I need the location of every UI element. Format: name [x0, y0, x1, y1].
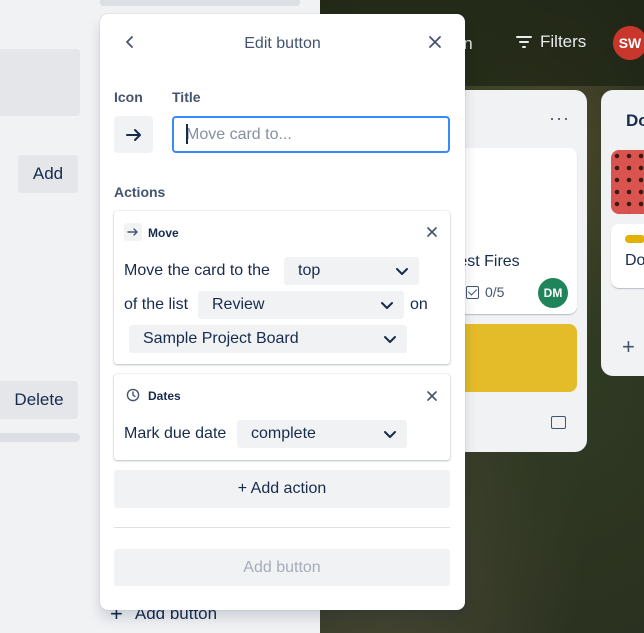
position-value: top — [298, 262, 321, 279]
close-icon — [427, 391, 437, 401]
popover-title: Edit button — [244, 35, 321, 52]
close-icon — [429, 36, 441, 48]
due-date-select[interactable]: complete — [237, 420, 407, 448]
board-select[interactable]: Sample Project Board — [129, 325, 407, 353]
filter-icon — [516, 35, 532, 49]
move-text-2: of the list — [124, 296, 189, 313]
due-date-value: complete — [251, 425, 316, 442]
card-template-icon[interactable] — [551, 416, 566, 429]
dates-heading: Dates — [148, 389, 181, 403]
add-action-button[interactable]: + Add action — [114, 470, 450, 508]
dates-text: Mark due date — [124, 425, 227, 442]
remove-dates-action-button[interactable] — [423, 387, 441, 405]
move-heading: Move — [148, 226, 179, 240]
divider — [114, 527, 450, 528]
checklist-count: 0/5 — [485, 284, 505, 300]
move-text-1: Move the card to the — [124, 262, 270, 279]
member-avatar[interactable]: DM — [538, 278, 568, 308]
filters-button[interactable]: Filters — [516, 32, 586, 52]
arrow-right-icon — [125, 128, 141, 141]
remove-move-action-button[interactable] — [423, 223, 441, 241]
add-button-bg[interactable]: Add — [18, 155, 78, 193]
text-caret — [186, 124, 188, 144]
close-button[interactable] — [423, 30, 447, 54]
board-card-cover-2[interactable] — [611, 150, 644, 214]
actions-label: Actions — [114, 184, 166, 200]
chevron-down-icon — [384, 336, 396, 343]
move-icon — [124, 223, 142, 241]
top-bar — [100, 0, 300, 6]
scroll-bar — [0, 433, 80, 442]
add-card-icon[interactable]: + — [622, 334, 635, 360]
chevron-down-icon — [381, 302, 393, 309]
card-title-2: Do — [625, 252, 644, 269]
add-button-submit[interactable]: Add button — [114, 549, 450, 586]
title-label: Title — [172, 89, 201, 105]
chevron-down-icon — [396, 268, 408, 275]
move-text-3: on — [410, 296, 428, 313]
panel-block — [0, 49, 80, 116]
filters-label: Filters — [540, 32, 587, 51]
position-select[interactable]: top — [284, 257, 419, 285]
title-input[interactable] — [172, 116, 450, 153]
checklist-badge: 0/5 — [466, 284, 504, 300]
icon-label: Icon — [114, 89, 143, 105]
list-value: Review — [212, 296, 265, 313]
delete-button[interactable]: Delete — [0, 381, 78, 419]
clock-icon — [124, 386, 142, 404]
list-select[interactable]: Review — [198, 291, 404, 319]
icon-picker[interactable] — [114, 116, 153, 153]
board-value: Sample Project Board — [143, 330, 299, 347]
close-icon — [427, 227, 437, 237]
chevron-down-icon — [384, 431, 396, 438]
more-icon[interactable]: ··· — [549, 108, 570, 129]
avatar[interactable]: SW — [613, 26, 644, 60]
card-label — [625, 235, 644, 243]
list-title[interactable]: Do — [626, 111, 644, 131]
checklist-icon — [466, 285, 479, 299]
